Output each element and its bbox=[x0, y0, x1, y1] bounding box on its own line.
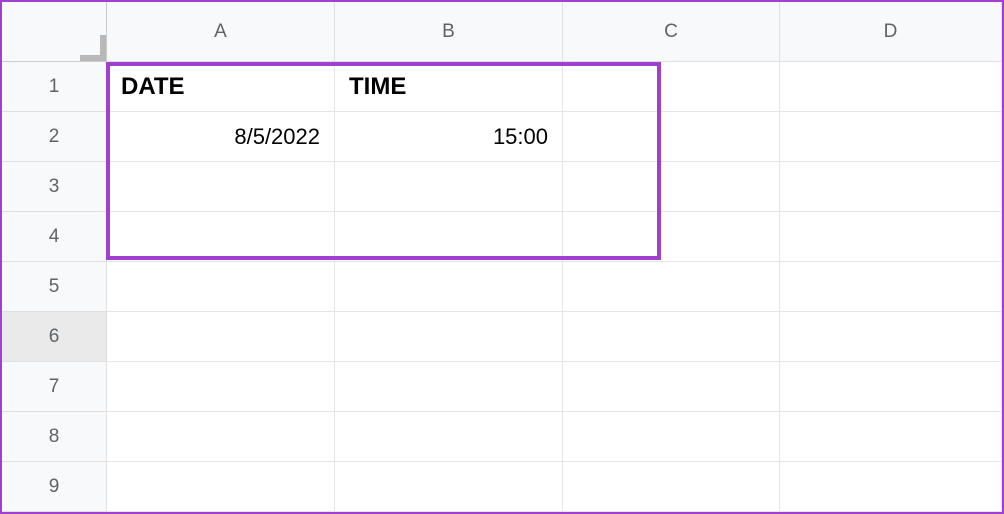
select-all-corner[interactable] bbox=[2, 2, 107, 62]
cell-B8[interactable] bbox=[335, 412, 563, 462]
cell-C2[interactable] bbox=[563, 112, 780, 162]
cell-C9[interactable] bbox=[563, 462, 780, 512]
cell-A2[interactable]: 8/5/2022 bbox=[107, 112, 335, 162]
col-header-C[interactable]: C bbox=[563, 2, 780, 62]
cell-A9[interactable] bbox=[107, 462, 335, 512]
row-header-8[interactable]: 8 bbox=[2, 412, 107, 462]
cell-C3[interactable] bbox=[563, 162, 780, 212]
row-header-2[interactable]: 2 bbox=[2, 112, 107, 162]
col-header-B[interactable]: B bbox=[335, 2, 563, 62]
cell-D5[interactable] bbox=[780, 262, 1002, 312]
row-header-6[interactable]: 6 bbox=[2, 312, 107, 362]
cell-C8[interactable] bbox=[563, 412, 780, 462]
cell-C5[interactable] bbox=[563, 262, 780, 312]
cell-B6[interactable] bbox=[335, 312, 563, 362]
cell-C6[interactable] bbox=[563, 312, 780, 362]
cell-B3[interactable] bbox=[335, 162, 563, 212]
row-header-4[interactable]: 4 bbox=[2, 212, 107, 262]
cell-A8[interactable] bbox=[107, 412, 335, 462]
col-header-D[interactable]: D bbox=[780, 2, 1002, 62]
col-header-A[interactable]: A bbox=[107, 2, 335, 62]
row-header-5[interactable]: 5 bbox=[2, 262, 107, 312]
row-header-3[interactable]: 3 bbox=[2, 162, 107, 212]
cell-B7[interactable] bbox=[335, 362, 563, 412]
spreadsheet-grid[interactable]: A B C D 1 DATE TIME 2 8/5/2022 15:00 3 4… bbox=[2, 2, 1002, 512]
cell-A1[interactable]: DATE bbox=[107, 62, 335, 112]
cell-C7[interactable] bbox=[563, 362, 780, 412]
cell-D3[interactable] bbox=[780, 162, 1002, 212]
cell-B9[interactable] bbox=[335, 462, 563, 512]
cell-C4[interactable] bbox=[563, 212, 780, 262]
cell-A6[interactable] bbox=[107, 312, 335, 362]
cell-B5[interactable] bbox=[335, 262, 563, 312]
cell-A4[interactable] bbox=[107, 212, 335, 262]
cell-D6[interactable] bbox=[780, 312, 1002, 362]
cell-A7[interactable] bbox=[107, 362, 335, 412]
cell-D4[interactable] bbox=[780, 212, 1002, 262]
cell-B1[interactable]: TIME bbox=[335, 62, 563, 112]
row-header-9[interactable]: 9 bbox=[2, 462, 107, 512]
cell-D1[interactable] bbox=[780, 62, 1002, 112]
cell-B4[interactable] bbox=[335, 212, 563, 262]
cell-D9[interactable] bbox=[780, 462, 1002, 512]
row-header-1[interactable]: 1 bbox=[2, 62, 107, 112]
cell-D8[interactable] bbox=[780, 412, 1002, 462]
cell-C1[interactable] bbox=[563, 62, 780, 112]
cell-B2[interactable]: 15:00 bbox=[335, 112, 563, 162]
cell-A5[interactable] bbox=[107, 262, 335, 312]
cell-D7[interactable] bbox=[780, 362, 1002, 412]
cell-A3[interactable] bbox=[107, 162, 335, 212]
cell-D2[interactable] bbox=[780, 112, 1002, 162]
row-header-7[interactable]: 7 bbox=[2, 362, 107, 412]
